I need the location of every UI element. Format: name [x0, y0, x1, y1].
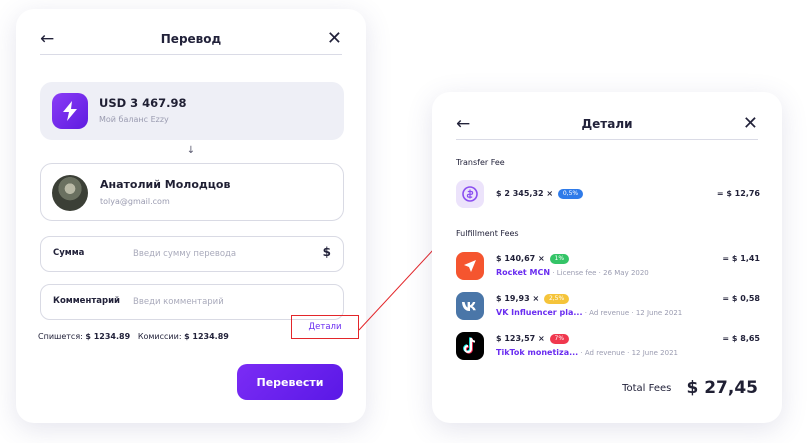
total-fees: Total Fees $ 27,45 — [622, 378, 758, 398]
recipient-name: Анатолий Молодцов — [100, 178, 231, 191]
fee-amount: $ 140,67 × — [496, 254, 545, 263]
transfer-fee-amount: $ 2 345,32 × — [496, 189, 554, 198]
amount-field[interactable]: Сумма $ — [40, 236, 344, 272]
percent-badge: 2,5% — [543, 294, 570, 304]
tiktok-icon — [456, 332, 484, 360]
fulfillment-fees-title: Fulfillment Fees — [456, 229, 519, 238]
fee-value: $ 1234.89 — [184, 332, 229, 341]
fee-calc: $ 123,57 × 7% — [496, 334, 570, 344]
fee-amount: $ 123,57 × — [496, 334, 545, 343]
lightning-icon — [52, 93, 88, 129]
details-title: Детали — [581, 117, 633, 131]
rocket-icon — [456, 252, 484, 280]
close-icon[interactable]: ✕ — [743, 113, 758, 134]
service-name[interactable]: VK Influencer pla... — [496, 308, 582, 317]
currency-symbol: $ — [322, 245, 331, 259]
recipient-email: tolya@gmail.com — [100, 197, 170, 206]
transfer-fee-result: = $ 12,76 — [716, 189, 760, 198]
service-name[interactable]: Rocket MCN — [496, 268, 550, 277]
details-header: ← Детали ✕ — [456, 113, 758, 140]
transfer-fee-title: Transfer Fee — [456, 158, 505, 167]
fee-row-rocket: $ 140,67 × 1% Rocket MCN · License fee ·… — [456, 252, 760, 280]
fee-row-tiktok: $ 123,57 × 7% TikTok monetiza... · Ad re… — [456, 332, 760, 360]
transfer-fee-row: $ 2 345,32 × 0,5% = $ 12,76 — [456, 180, 760, 208]
balance-amount: USD 3 467.98 — [99, 96, 187, 110]
total-fees-value: $ 27,45 — [686, 378, 758, 398]
fee-label: Комиссии: — [137, 332, 182, 341]
details-card: ← Детали ✕ Transfer Fee $ 2 345,32 × 0,5… — [432, 92, 782, 423]
fee-meta: · Ad revenue · 12 June 2021 — [582, 309, 683, 317]
transfer-title: Перевод — [160, 32, 222, 46]
fee-description: Rocket MCN · License fee · 26 May 2020 — [496, 268, 649, 277]
arrow-down-icon: ↓ — [186, 145, 196, 156]
send-button[interactable]: Перевести — [237, 364, 343, 400]
vk-icon — [456, 292, 484, 320]
percent-badge: 1% — [549, 254, 570, 264]
fee-row-vk: $ 19,93 × 2,5% VK Influencer pla... · Ad… — [456, 292, 760, 320]
debit-value: $ 1234.89 — [85, 332, 131, 341]
balance-card[interactable]: USD 3 467.98 Мой баланс Ezzy — [40, 82, 344, 140]
amount-label: Сумма — [53, 248, 85, 258]
avatar — [52, 175, 88, 211]
percent-badge: 0,5% — [557, 189, 584, 199]
fee-result: = $ 1,41 — [722, 254, 760, 263]
percent-badge: 7% — [549, 334, 570, 344]
fee-description: VK Influencer pla... · Ad revenue · 12 J… — [496, 308, 682, 317]
service-name[interactable]: TikTok monetiza... — [496, 348, 578, 357]
fee-calc: $ 19,93 × 2,5% — [496, 294, 570, 304]
transfer-header: ← Перевод ✕ — [40, 28, 342, 55]
recipient-card[interactable]: Анатолий Молодцов tolya@gmail.com — [40, 163, 344, 221]
fee-result: = $ 0,58 — [722, 294, 760, 303]
amount-input[interactable] — [133, 247, 313, 261]
total-fees-label: Total Fees — [622, 383, 672, 394]
balance-subtitle: Мой баланс Ezzy — [99, 115, 169, 124]
close-icon[interactable]: ✕ — [327, 28, 342, 49]
page: ← Перевод ✕ USD 3 467.98 Мой баланс Ezzy… — [0, 0, 808, 443]
debit-label: Спишется: — [38, 332, 83, 341]
comment-label: Комментарий — [53, 296, 120, 306]
exchange-icon — [456, 180, 484, 208]
comment-input[interactable] — [133, 295, 333, 309]
fee-description: TikTok monetiza... · Ad revenue · 12 Jun… — [496, 348, 678, 357]
fee-amount: $ 19,93 × — [496, 294, 540, 303]
fee-meta: · License fee · 26 May 2020 — [550, 269, 649, 277]
transfer-fee-calc: $ 2 345,32 × 0,5% — [496, 189, 584, 199]
fee-calc: $ 140,67 × 1% — [496, 254, 570, 264]
fee-result: = $ 8,65 — [722, 334, 760, 343]
transfer-card: ← Перевод ✕ USD 3 467.98 Мой баланс Ezzy… — [16, 9, 366, 423]
transfer-summary: Спишется: $ 1234.89 Комиссии: $ 1234.89 — [38, 332, 229, 341]
fee-meta: · Ad revenue · 12 June 2021 — [578, 349, 678, 357]
details-link[interactable]: Детали — [291, 315, 359, 339]
